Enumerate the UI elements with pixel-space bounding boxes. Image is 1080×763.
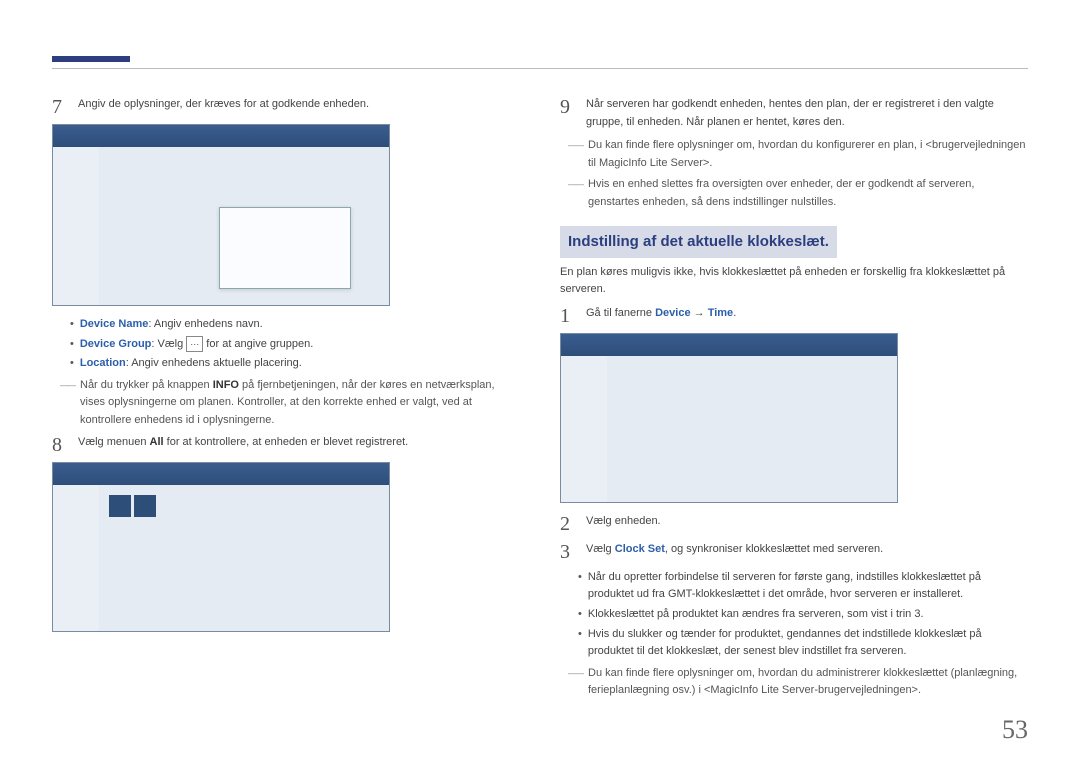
bullet-text: Når du opretter forbindelse til serveren…	[588, 569, 1028, 604]
bullet-device-group: Device Group: Vælg ··· for at angive gru…	[70, 336, 520, 354]
header-rule	[52, 68, 1028, 69]
step-number: 1	[560, 305, 576, 327]
bullet-text: Device Name: Angiv enhedens navn.	[80, 316, 263, 334]
step-1: 1 Gå til fanerne Device → Time.	[560, 305, 1028, 327]
bullet-dot-icon	[578, 626, 582, 661]
bullet-dot-icon	[70, 316, 74, 334]
note-device-deleted: Hvis en enhed slettes fra oversigten ove…	[568, 176, 1028, 211]
bullet-text: Device Group: Vælg ··· for at angive gru…	[80, 336, 313, 354]
bullet-text: Klokkeslættet på produktet kan ændres fr…	[588, 606, 924, 624]
step-text: Vælg enheden.	[586, 513, 1028, 535]
dash-icon	[568, 137, 582, 172]
section-intro: En plan køres muligvis ikke, hvis klokke…	[560, 264, 1028, 299]
right-column: 9 Når serveren har godkendt enheden, hen…	[560, 96, 1028, 704]
label: Device Group	[80, 338, 152, 350]
note-text: Du kan finde flere oplysninger om, hvord…	[588, 665, 1028, 700]
bullet-dot-icon	[578, 606, 582, 624]
bullet-dot-icon	[578, 569, 582, 604]
step-text: Vælg Clock Set, og synkroniser klokkeslæ…	[586, 541, 1028, 563]
note-text: Når du trykker på knappen INFO på fjernb…	[80, 377, 520, 430]
step-number: 3	[560, 541, 576, 563]
note-text: Hvis en enhed slettes fra oversigten ove…	[588, 176, 1028, 211]
note-info-button: Når du trykker på knappen INFO på fjernb…	[60, 377, 520, 430]
label: Location	[80, 357, 126, 369]
step-3: 3 Vælg Clock Set, og synkroniser klokkes…	[560, 541, 1028, 563]
label: Device Name	[80, 318, 149, 330]
sub-bullet: Klokkeslættet på produktet kan ændres fr…	[578, 606, 1028, 624]
ellipsis-button-icon: ···	[186, 336, 203, 352]
step-number: 9	[560, 96, 576, 131]
step-number: 2	[560, 513, 576, 535]
page-body: 7 Angiv de oplysninger, der kræves for a…	[0, 0, 1080, 724]
bullet-dot-icon	[70, 336, 74, 354]
sub-bullet: Hvis du slukker og tænder for produktet,…	[578, 626, 1028, 661]
bullet-text: Hvis du slukker og tænder for produktet,…	[588, 626, 1028, 661]
screenshot-device-time	[560, 333, 898, 503]
bullet-dot-icon	[70, 355, 74, 373]
note-manage-clock: Du kan finde flere oplysninger om, hvord…	[568, 665, 1028, 700]
step-8: 8 Vælg menuen All for at kontrollere, at…	[52, 434, 520, 456]
step-number: 8	[52, 434, 68, 456]
section-heading-clock: Indstilling af det aktuelle klokkeslæt.	[560, 226, 837, 258]
bullet-location: Location: Angiv enhedens aktuelle placer…	[70, 355, 520, 373]
dash-icon	[568, 665, 582, 700]
step-text: Vælg menuen All for at kontrollere, at e…	[78, 434, 520, 456]
step-number: 7	[52, 96, 68, 118]
note-configure-plan: Du kan finde flere oplysninger om, hvord…	[568, 137, 1028, 172]
page-number: 53	[1002, 715, 1028, 745]
dash-icon	[60, 377, 74, 430]
step-9: 9 Når serveren har godkendt enheden, hen…	[560, 96, 1028, 131]
step-7: 7 Angiv de oplysninger, der kræves for a…	[52, 96, 520, 118]
bullet-text: Location: Angiv enhedens aktuelle placer…	[80, 355, 302, 373]
left-column: 7 Angiv de oplysninger, der kræves for a…	[52, 96, 520, 704]
step-text: Angiv de oplysninger, der kræves for at …	[78, 96, 520, 118]
screenshot-all-menu	[52, 462, 390, 632]
dash-icon	[568, 176, 582, 211]
note-text: Du kan finde flere oplysninger om, hvord…	[588, 137, 1028, 172]
bullet-device-name: Device Name: Angiv enhedens navn.	[70, 316, 520, 334]
step-2: 2 Vælg enheden.	[560, 513, 1028, 535]
step-text: Når serveren har godkendt enheden, hente…	[586, 96, 1028, 131]
sub-bullet: Når du opretter forbindelse til serveren…	[578, 569, 1028, 604]
header-accent	[52, 56, 130, 62]
step-text: Gå til fanerne Device → Time.	[586, 305, 1028, 327]
screenshot-approve-device	[52, 124, 390, 306]
